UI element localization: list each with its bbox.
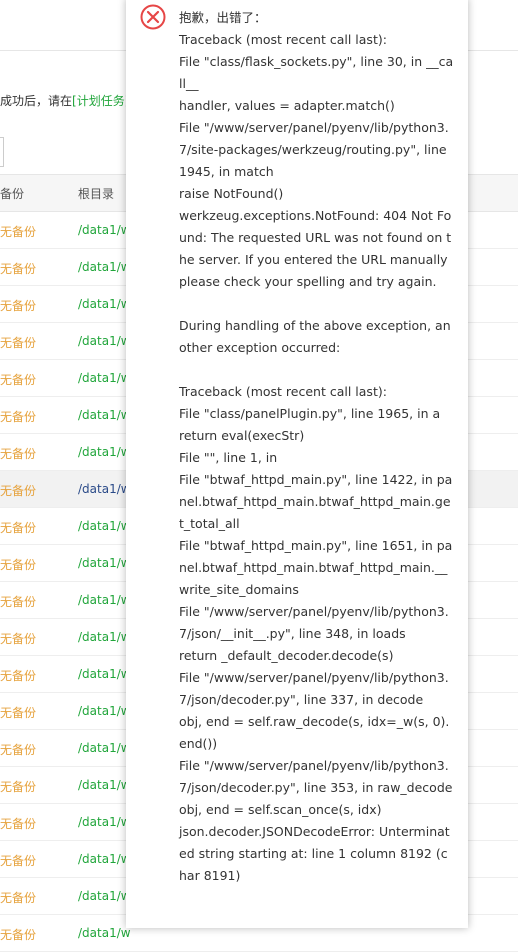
root-dir-link[interactable]: /data1/w [78, 482, 131, 496]
backup-status[interactable]: 无备份 [0, 445, 36, 462]
backup-status[interactable]: 无备份 [0, 889, 36, 906]
backup-status[interactable]: 无备份 [0, 593, 36, 610]
backup-status[interactable]: 无备份 [0, 556, 36, 573]
backup-status[interactable]: 无备份 [0, 223, 36, 240]
error-x-icon [140, 4, 166, 30]
root-dir-link[interactable]: /data1/w [78, 445, 131, 459]
root-dir-link[interactable]: /data1/w [78, 334, 131, 348]
notice-text: 成功后，请在[计划任务] [0, 92, 129, 109]
error-traceback: Traceback (most recent call last): File … [179, 32, 454, 883]
error-title: 抱歉，出错了： [179, 10, 267, 25]
backup-status[interactable]: 无备份 [0, 297, 36, 314]
error-message: 抱歉，出错了： Traceback (most recent call last)… [179, 7, 455, 887]
cron-task-link[interactable]: [计划任务] [72, 94, 129, 108]
root-dir-link[interactable]: /data1/w [78, 371, 131, 385]
root-dir-link[interactable]: /data1/w [78, 260, 131, 274]
backup-status[interactable]: 无备份 [0, 630, 36, 647]
backup-status[interactable]: 无备份 [0, 519, 36, 536]
root-dir-link[interactable]: /data1/w [78, 297, 131, 311]
backup-status[interactable]: 无备份 [0, 371, 36, 388]
notice-prefix: 成功后，请在 [0, 94, 73, 108]
backup-status[interactable]: 无备份 [0, 852, 36, 869]
header-root-dir[interactable]: 根目录 [78, 185, 114, 202]
root-dir-link[interactable]: /data1/w [78, 593, 131, 607]
root-dir-link[interactable]: /data1/w [78, 630, 131, 644]
error-dialog: 抱歉，出错了： Traceback (most recent call last)… [126, 0, 468, 928]
backup-status[interactable]: 无备份 [0, 704, 36, 721]
header-backup[interactable]: 备份 [0, 185, 24, 202]
root-dir-link[interactable]: /data1/w [78, 778, 131, 792]
root-dir-link[interactable]: /data1/w [78, 815, 131, 829]
root-dir-link[interactable]: /data1/w [78, 704, 131, 718]
backup-status[interactable]: 无备份 [0, 926, 36, 943]
backup-status[interactable]: 无备份 [0, 260, 36, 277]
backup-status[interactable]: 无备份 [0, 334, 36, 351]
backup-status[interactable]: 无备份 [0, 815, 36, 832]
root-dir-link[interactable]: /data1/w [78, 889, 131, 903]
root-dir-link[interactable]: /data1/w [78, 223, 131, 237]
backup-status[interactable]: 无备份 [0, 482, 36, 499]
toolbar-control[interactable] [0, 137, 4, 167]
root-dir-link[interactable]: /data1/w [78, 556, 131, 570]
root-dir-link[interactable]: /data1/w [78, 741, 131, 755]
root-dir-link[interactable]: /data1/w [78, 852, 131, 866]
root-dir-link[interactable]: /data1/w [78, 408, 131, 422]
backup-status[interactable]: 无备份 [0, 741, 36, 758]
backup-status[interactable]: 无备份 [0, 778, 36, 795]
root-dir-link[interactable]: /data1/w [78, 519, 131, 533]
backup-status[interactable]: 无备份 [0, 667, 36, 684]
backup-status[interactable]: 无备份 [0, 408, 36, 425]
root-dir-link[interactable]: /data1/w [78, 926, 131, 940]
root-dir-link[interactable]: /data1/w [78, 667, 131, 681]
